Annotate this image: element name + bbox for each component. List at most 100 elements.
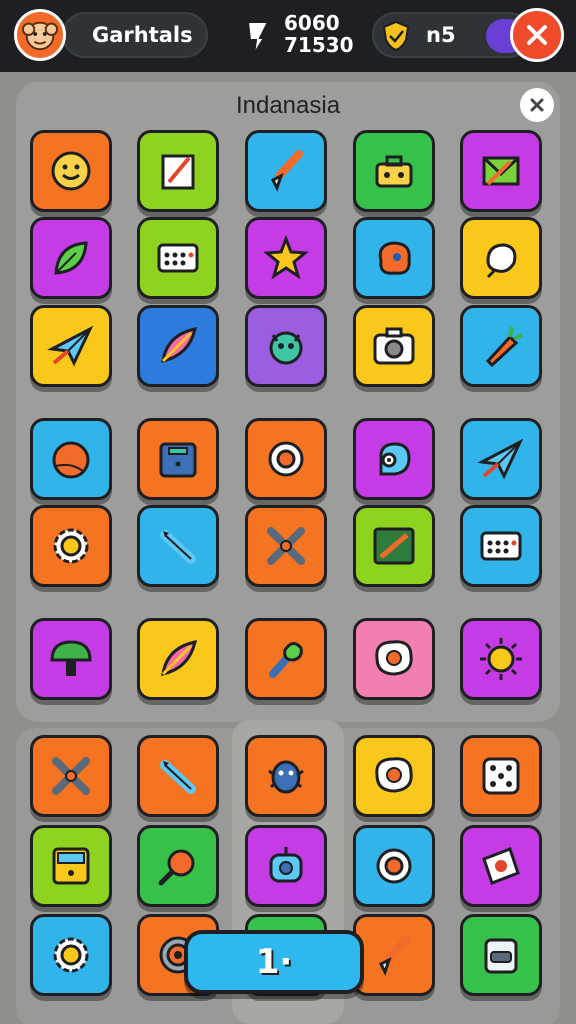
smiley-face-icon [51, 151, 91, 191]
tile-fried-egg[interactable] [353, 735, 435, 817]
paper-plane-icon [47, 325, 94, 367]
key-icon [246, 21, 270, 55]
keyboard-icon [157, 243, 199, 273]
tile-ball[interactable] [30, 418, 112, 500]
paper-plane-icon [477, 438, 524, 480]
level-button[interactable]: 1· [184, 930, 364, 994]
tile-keyboard[interactable] [460, 505, 542, 587]
monster-icon [269, 331, 303, 365]
gear-icon [53, 937, 89, 973]
tile-toolbox[interactable] [353, 130, 435, 212]
tile-card[interactable] [460, 825, 542, 907]
fried-egg-icon [375, 757, 413, 793]
tile-crossed-tools[interactable] [245, 505, 327, 587]
score-bottom: 71530 [284, 33, 354, 57]
score-display: 6060 71530 [284, 12, 354, 56]
tile-leaf[interactable] [30, 217, 112, 299]
ball-icon [52, 441, 90, 479]
tile-star[interactable] [245, 217, 327, 299]
robot-icon [269, 847, 303, 883]
tile-chest[interactable] [30, 825, 112, 907]
tile-crossed-tools[interactable] [30, 735, 112, 817]
blob-icon [378, 241, 411, 275]
player-avatar[interactable] [14, 9, 66, 61]
chest-icon [52, 847, 90, 885]
player-name-pill[interactable]: Garhtals [62, 12, 208, 58]
close-icon [530, 98, 544, 112]
tile-sun[interactable] [460, 618, 542, 700]
toolbox-icon [375, 155, 413, 188]
tile-carrot[interactable] [460, 305, 542, 387]
tile-smiley-face[interactable] [30, 130, 112, 212]
top-bar: Garhtals 6060 71530 n5 [0, 0, 576, 72]
tile-fried-egg[interactable] [353, 618, 435, 700]
mushroom-icon [50, 640, 92, 676]
tile-robot[interactable] [245, 825, 327, 907]
pencil-icon [160, 530, 196, 564]
coin-count: n5 [426, 23, 456, 47]
envelope-icon [482, 156, 520, 186]
tile-feather[interactable] [137, 618, 219, 700]
level-label: 1· [255, 942, 293, 982]
tile-bug[interactable] [245, 735, 327, 817]
tile-magnifier[interactable] [137, 825, 219, 907]
tile-pencil[interactable] [137, 735, 219, 817]
garlic-icon [486, 243, 517, 279]
tile-gear[interactable] [30, 914, 112, 996]
tile-camera[interactable] [353, 305, 435, 387]
pencil-icon [160, 760, 196, 794]
close-button[interactable] [510, 8, 564, 62]
crossed-tools-icon [52, 757, 90, 795]
tile-envelope[interactable] [460, 130, 542, 212]
tile-keyboard[interactable] [137, 217, 219, 299]
tile-paper-plane[interactable] [460, 418, 542, 500]
tile-gear[interactable] [30, 505, 112, 587]
tile-pencil[interactable] [137, 505, 219, 587]
sun-icon [480, 638, 522, 680]
tile-feather[interactable] [137, 305, 219, 387]
tile-chalkboard[interactable] [353, 505, 435, 587]
torch-icon [269, 642, 303, 678]
feather-icon [161, 640, 197, 676]
tile-snail[interactable] [353, 418, 435, 500]
monkey-face-icon [21, 21, 59, 51]
notebook-icon [161, 154, 195, 190]
tile-treasure-box[interactable] [137, 418, 219, 500]
treasure-box-icon [159, 442, 197, 478]
ring-icon [268, 441, 304, 477]
chalkboard-icon [373, 527, 415, 565]
tile-torch[interactable] [245, 618, 327, 700]
tile-monster[interactable] [245, 305, 327, 387]
tile-dice[interactable] [460, 735, 542, 817]
tile-paint-brush[interactable] [245, 130, 327, 212]
paint-brush-icon [270, 150, 303, 192]
leaf-icon [54, 241, 88, 275]
panel-close-button[interactable] [520, 88, 554, 122]
tile-paper-plane[interactable] [30, 305, 112, 387]
gold-shield-icon [382, 20, 410, 52]
tile-ring[interactable] [353, 825, 435, 907]
bug-icon [268, 760, 304, 794]
crossed-tools-icon [267, 527, 305, 565]
magnifier-icon [158, 849, 195, 886]
fried-egg-icon [375, 640, 413, 676]
tile-notebook[interactable] [137, 130, 219, 212]
tile-radio[interactable] [460, 914, 542, 996]
tile-garlic[interactable] [460, 217, 542, 299]
tile-mushroom[interactable] [30, 618, 112, 700]
score-top: 6060 [284, 11, 340, 35]
card-icon [482, 847, 520, 885]
star-icon [263, 234, 309, 280]
panel-title: Indanasia [235, 92, 341, 119]
close-icon [527, 25, 547, 45]
tile-paint-brush[interactable] [353, 914, 435, 996]
tile-ring[interactable] [245, 418, 327, 500]
ring-icon [376, 848, 412, 884]
gear-icon [53, 528, 89, 564]
carrot-icon [485, 326, 523, 368]
coin-pill[interactable]: n5 [372, 12, 532, 58]
keyboard-icon [480, 531, 522, 561]
tile-blob[interactable] [353, 217, 435, 299]
player-name: Garhtals [92, 23, 193, 47]
camera-icon [373, 327, 415, 365]
